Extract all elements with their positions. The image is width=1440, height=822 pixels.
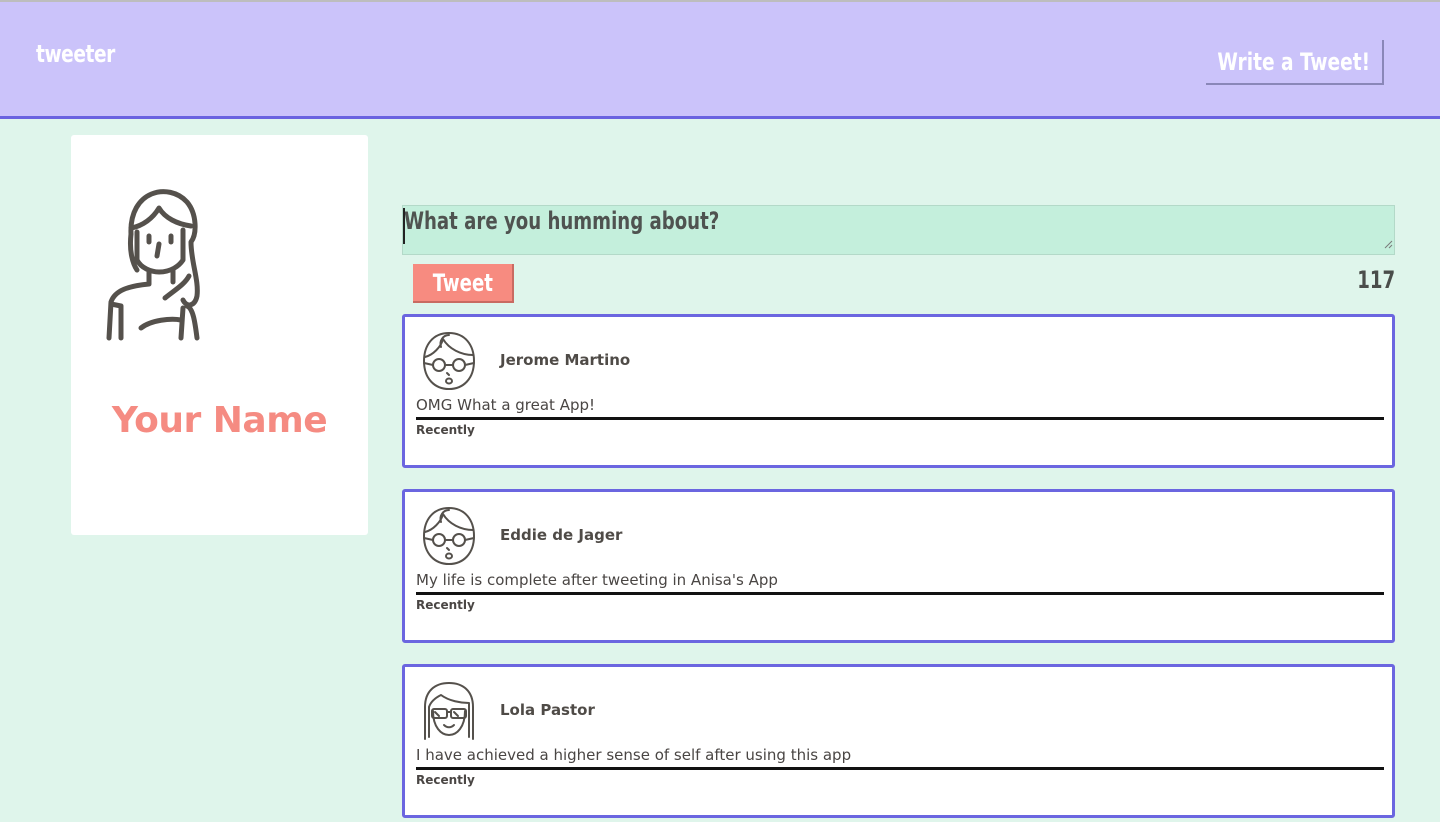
character-counter: 117 [1357,266,1395,294]
tweet-timestamp: Recently [416,598,475,612]
profile-name: Your Name [111,400,328,441]
woman-avatar-icon [106,189,200,341]
tweet-author-name[interactable]: Eddie de Jager [500,526,622,544]
tweet-author-name[interactable]: Lola Pastor [500,701,595,719]
top-navigation-bar: tweeter Write a Tweet! [0,2,1440,119]
text-caret [403,208,405,244]
tweet-divider [416,592,1384,595]
tweet-card: Lola Pastor I have achieved a higher sen… [402,664,1395,818]
tweet-timestamp: Recently [416,773,475,787]
tweet-text: My life is complete after tweeting in An… [416,571,778,589]
tweet-text: OMG What a great App! [416,396,596,414]
tweet-compose-input[interactable] [402,205,1395,255]
tweet-submit-button[interactable]: Tweet [413,264,514,303]
tweet-author-name[interactable]: Jerome Martino [500,351,630,369]
woman-sunglasses-avatar-icon [424,682,474,740]
tweet-divider [416,417,1384,420]
tweet-text: I have achieved a higher sense of self a… [416,746,852,764]
write-tweet-button[interactable]: Write a Tweet! [1206,40,1384,85]
write-tweet-label: Write a Tweet! [1217,47,1371,76]
tweet-timestamp: Recently [416,423,475,437]
resize-grip-icon[interactable] [1384,240,1393,249]
tweet-card: Jerome Martino OMG What a great App! Rec… [402,314,1395,468]
man-glasses-avatar-icon [423,332,475,390]
brand-logo[interactable]: tweeter [36,40,115,68]
tweet-divider [416,767,1384,770]
tweet-submit-label: Tweet [432,268,493,297]
man-glasses-avatar-icon [423,507,475,565]
tweet-card: Eddie de Jager My life is complete after… [402,489,1395,643]
